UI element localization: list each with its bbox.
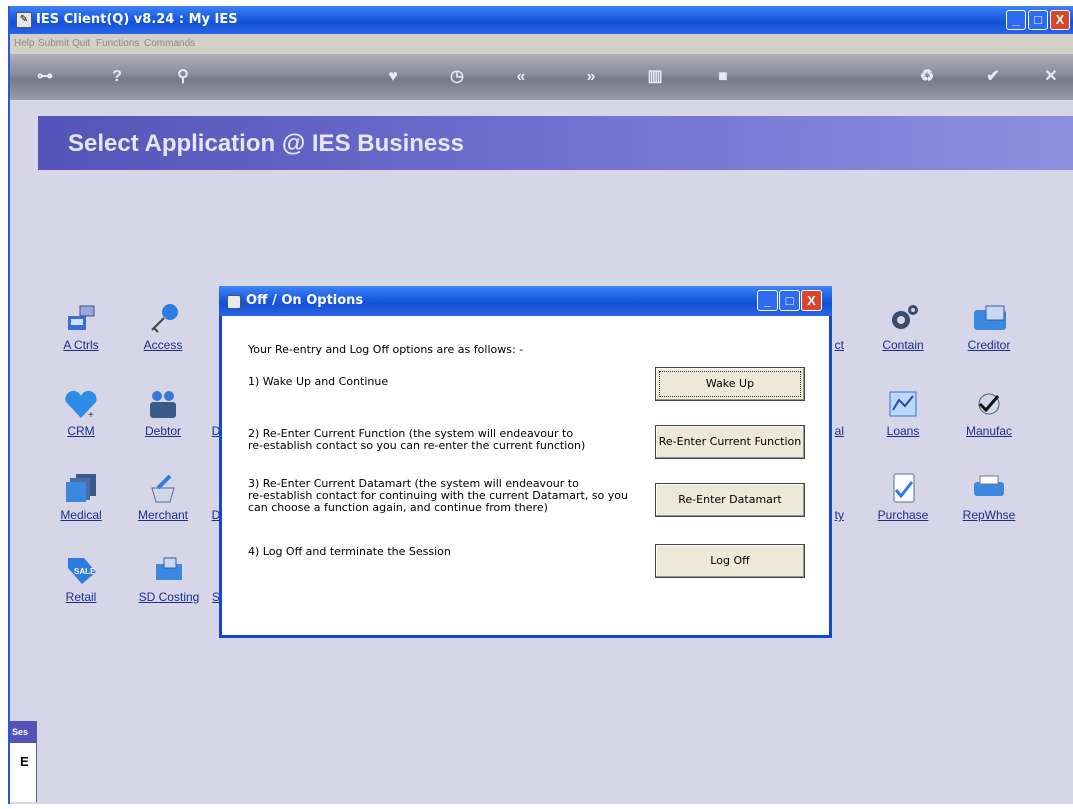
app-sd-costing[interactable]: SD Costing [134, 554, 204, 604]
minimize-button[interactable]: _ [1006, 10, 1026, 30]
trash-icon[interactable]: ▥ [644, 66, 666, 88]
gears-icon [884, 302, 922, 334]
app-debtor[interactable]: Debtor [128, 388, 198, 438]
app-label: RepWhse [962, 508, 1016, 522]
maximize-button[interactable]: □ [1028, 10, 1048, 30]
help-icon[interactable]: ? [106, 66, 128, 88]
reenter-datamart-button[interactable]: Re-Enter Datamart [655, 483, 805, 517]
app-crm[interactable]: + CRM [46, 388, 116, 438]
heart-crm-icon: + [62, 388, 100, 421]
dialog-close-button[interactable]: X [801, 290, 822, 311]
key-access-icon [144, 302, 182, 334]
option-wake-text: 1) Wake Up and Continue [248, 375, 389, 388]
heart-icon[interactable]: ♥ [382, 66, 404, 88]
dialog-logo-icon [227, 295, 241, 309]
app-loans[interactable]: Loans [868, 388, 938, 438]
option-reenter-function-text: 2) Re-Enter Current Function (the system… [248, 427, 586, 452]
search-icon[interactable]: ⚲ [172, 66, 194, 88]
app-medical[interactable]: Medical [46, 472, 116, 522]
sale-tag-icon: SALE [62, 554, 100, 586]
sd-costing-icon [150, 554, 188, 586]
app-label: Loans [886, 424, 920, 438]
app-creditor[interactable]: Creditor [954, 302, 1024, 352]
recycle-icon[interactable]: ♻ [916, 66, 938, 88]
chart-money-icon [884, 388, 922, 420]
dialog-titlebar[interactable]: Off / On Options _ □ X [219, 286, 832, 316]
check-icon[interactable]: ✔ [982, 66, 1004, 88]
app-a-ctrls[interactable]: A Ctrls [46, 302, 116, 352]
app-label: Retail [65, 590, 97, 604]
window-titlebar[interactable]: ✎ IES Client(Q) v8.24 : My IES _ □ X [10, 6, 1073, 34]
app-manufac[interactable]: Manufac [954, 388, 1024, 438]
app-label: SD Costing [138, 590, 200, 604]
dialog-body: Your Re-entry and Log Off options are as… [222, 316, 829, 635]
menu-bar: Help Submit Quit Functions Commands [10, 34, 1073, 54]
app-repwhse[interactable]: RepWhse [954, 472, 1024, 522]
session-value: E [20, 754, 29, 769]
app-label: Manufac [965, 424, 1013, 438]
basket-icon [144, 472, 182, 504]
toolbar: ⊶ ? ⚲ ♥ ◷ « » ▥ ■ ♻ ✔ ✕ [10, 54, 1073, 100]
menu-commands[interactable]: Commands [144, 38, 195, 49]
app-label: CRM [67, 424, 95, 438]
app-purchase[interactable]: Purchase [868, 472, 938, 522]
svg-text:+: + [88, 410, 94, 420]
menu-quit[interactable]: Quit [72, 38, 90, 49]
app-retail[interactable]: SALE Retail [46, 554, 116, 604]
clock-icon[interactable]: ◷ [446, 66, 468, 88]
dialog-intro: Your Re-entry and Log Off options are as… [248, 343, 524, 356]
people-icon [144, 388, 182, 420]
dialog-title: Off / On Options [246, 293, 364, 308]
valve-icon [970, 388, 1008, 420]
log-off-button[interactable]: Log Off [655, 544, 805, 578]
key-icon[interactable]: ⊶ [34, 66, 56, 88]
app-label: Medical [60, 508, 102, 522]
session-panel: Ses E [10, 721, 37, 802]
session-header: Ses [10, 721, 36, 743]
menu-help[interactable]: Help [14, 38, 35, 49]
app-label: Purchase [877, 508, 929, 522]
option-reenter-datamart-text: 3) Re-Enter Current Datamart (the system… [248, 477, 628, 514]
credit-card-icon [970, 302, 1008, 334]
stop-icon[interactable]: ■ [712, 66, 734, 88]
window-title: IES Client(Q) v8.24 : My IES [36, 12, 238, 27]
app-label: Creditor [967, 338, 1011, 352]
svg-text:SALE: SALE [74, 567, 96, 576]
app-contain[interactable]: Contain [868, 302, 938, 352]
app-label: Access [143, 338, 183, 352]
rewind-icon[interactable]: « [510, 66, 532, 88]
documents-icon [62, 472, 100, 504]
app-label: Debtor [144, 424, 182, 438]
app-label: Merchant [137, 508, 189, 522]
off-on-options-dialog: Off / On Options _ □ X Your Re-entry and… [219, 286, 832, 638]
page-title: Select Application @ IES Business [68, 130, 464, 157]
menu-submit[interactable]: Submit [38, 38, 69, 49]
cancel-icon[interactable]: ✕ [1040, 66, 1062, 88]
app-access[interactable]: Access [128, 302, 198, 352]
forward-icon[interactable]: » [580, 66, 602, 88]
app-label: A Ctrls [63, 338, 99, 352]
control-panel-icon [62, 302, 100, 334]
panel-header: Select Application @ IES Business [38, 116, 1073, 170]
printer-icon [970, 472, 1008, 504]
app-logo-icon: ✎ [16, 12, 32, 28]
app-merchant[interactable]: Merchant [128, 472, 198, 522]
menu-functions[interactable]: Functions [96, 38, 139, 49]
clipboard-check-icon [884, 472, 922, 504]
wake-up-button[interactable]: Wake Up [655, 367, 805, 401]
app-label: Contain [882, 338, 924, 352]
reenter-function-button[interactable]: Re-Enter Current Function [655, 425, 805, 459]
dialog-maximize-button[interactable]: □ [779, 290, 800, 311]
close-button[interactable]: X [1050, 10, 1070, 30]
option-logoff-text: 4) Log Off and terminate the Session [248, 545, 451, 558]
dialog-minimize-button[interactable]: _ [757, 290, 778, 311]
